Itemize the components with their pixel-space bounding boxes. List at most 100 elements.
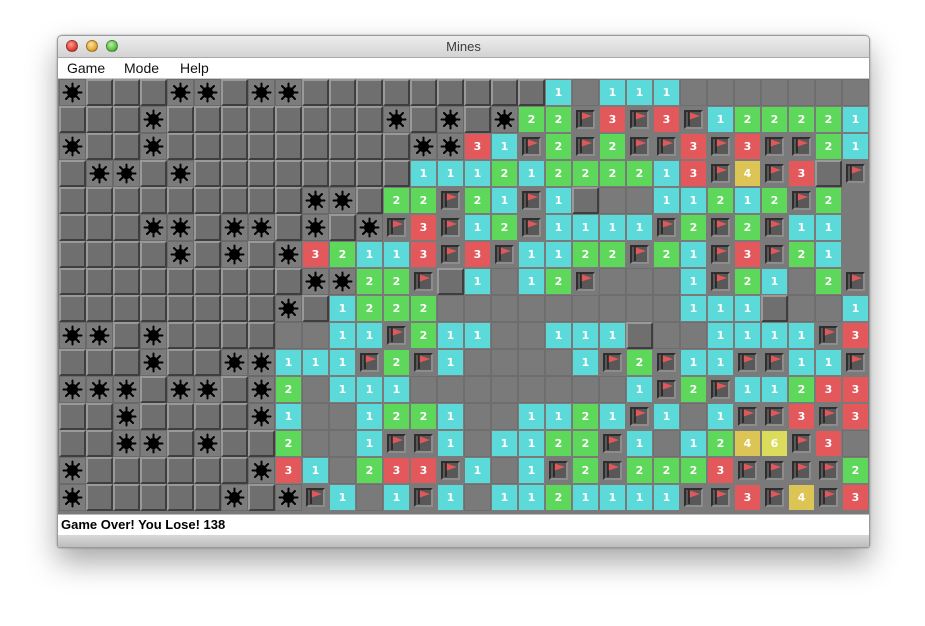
covered-cell[interactable] <box>113 241 140 268</box>
number-cell[interactable]: 6 <box>761 430 788 457</box>
flag-icon[interactable] <box>842 268 869 295</box>
number-cell[interactable]: 3 <box>815 376 842 403</box>
number-cell[interactable]: 2 <box>788 376 815 403</box>
flag-icon[interactable] <box>383 322 410 349</box>
covered-cell[interactable] <box>437 79 464 106</box>
covered-cell[interactable] <box>194 322 221 349</box>
number-cell[interactable]: 2 <box>545 268 572 295</box>
number-cell[interactable]: 2 <box>599 241 626 268</box>
flag-icon[interactable] <box>788 187 815 214</box>
number-cell[interactable]: 1 <box>680 295 707 322</box>
number-cell[interactable]: 1 <box>572 322 599 349</box>
covered-cell[interactable] <box>302 79 329 106</box>
number-cell[interactable]: 1 <box>680 430 707 457</box>
flag-icon[interactable] <box>653 376 680 403</box>
number-cell[interactable]: 1 <box>464 268 491 295</box>
mine-icon[interactable] <box>248 376 275 403</box>
mine-icon[interactable] <box>167 214 194 241</box>
number-cell[interactable]: 2 <box>545 133 572 160</box>
number-cell[interactable]: 1 <box>518 457 545 484</box>
revealed-empty-cell[interactable] <box>302 376 329 403</box>
number-cell[interactable]: 1 <box>626 79 653 106</box>
covered-cell[interactable] <box>167 133 194 160</box>
covered-cell[interactable] <box>86 187 113 214</box>
number-cell[interactable]: 1 <box>599 214 626 241</box>
number-cell[interactable]: 1 <box>815 349 842 376</box>
number-cell[interactable]: 3 <box>842 403 869 430</box>
revealed-empty-cell[interactable] <box>437 295 464 322</box>
revealed-empty-cell[interactable] <box>653 268 680 295</box>
number-cell[interactable]: 1 <box>653 484 680 511</box>
number-cell[interactable]: 2 <box>707 187 734 214</box>
number-cell[interactable]: 1 <box>734 187 761 214</box>
title-bar[interactable]: Mines <box>58 36 869 58</box>
covered-cell[interactable] <box>59 430 86 457</box>
covered-cell[interactable] <box>221 376 248 403</box>
flag-icon[interactable] <box>410 268 437 295</box>
covered-cell[interactable] <box>113 79 140 106</box>
number-cell[interactable]: 3 <box>842 484 869 511</box>
mine-icon[interactable] <box>302 187 329 214</box>
number-cell[interactable]: 1 <box>680 187 707 214</box>
covered-cell[interactable] <box>248 484 275 511</box>
mine-icon[interactable] <box>221 484 248 511</box>
number-cell[interactable]: 1 <box>599 322 626 349</box>
number-cell[interactable]: 1 <box>464 160 491 187</box>
mine-icon[interactable] <box>221 349 248 376</box>
number-cell[interactable]: 1 <box>356 376 383 403</box>
revealed-empty-cell[interactable] <box>275 322 302 349</box>
number-cell[interactable]: 2 <box>545 484 572 511</box>
number-cell[interactable]: 1 <box>653 79 680 106</box>
number-cell[interactable]: 3 <box>302 241 329 268</box>
covered-cell[interactable] <box>356 79 383 106</box>
covered-cell[interactable] <box>59 349 86 376</box>
covered-cell[interactable] <box>248 187 275 214</box>
number-cell[interactable]: 1 <box>653 160 680 187</box>
covered-cell[interactable] <box>59 268 86 295</box>
number-cell[interactable]: 1 <box>437 484 464 511</box>
flag-icon[interactable] <box>383 214 410 241</box>
number-cell[interactable]: 2 <box>572 457 599 484</box>
covered-cell[interactable] <box>167 430 194 457</box>
covered-cell[interactable] <box>356 187 383 214</box>
covered-cell[interactable] <box>329 160 356 187</box>
number-cell[interactable]: 2 <box>599 160 626 187</box>
number-cell[interactable]: 2 <box>464 187 491 214</box>
flag-icon[interactable] <box>788 430 815 457</box>
revealed-empty-cell[interactable] <box>464 484 491 511</box>
revealed-empty-cell[interactable] <box>815 79 842 106</box>
mine-icon[interactable] <box>59 457 86 484</box>
flag-icon[interactable] <box>356 349 383 376</box>
mine-icon[interactable] <box>437 106 464 133</box>
revealed-empty-cell[interactable] <box>680 322 707 349</box>
covered-cell[interactable] <box>140 160 167 187</box>
number-cell[interactable]: 1 <box>329 322 356 349</box>
number-cell[interactable]: 1 <box>437 430 464 457</box>
revealed-empty-cell[interactable] <box>329 430 356 457</box>
mine-icon[interactable] <box>140 214 167 241</box>
revealed-empty-cell[interactable] <box>329 457 356 484</box>
covered-cell[interactable] <box>167 457 194 484</box>
covered-cell[interactable] <box>86 430 113 457</box>
flag-icon[interactable] <box>410 349 437 376</box>
mine-icon[interactable] <box>302 214 329 241</box>
menu-mode[interactable]: Mode <box>124 60 159 76</box>
mine-icon[interactable] <box>113 376 140 403</box>
mine-icon[interactable] <box>275 484 302 511</box>
covered-cell[interactable] <box>167 187 194 214</box>
mine-icon[interactable] <box>248 403 275 430</box>
revealed-empty-cell[interactable] <box>464 349 491 376</box>
number-cell[interactable]: 1 <box>626 430 653 457</box>
covered-cell[interactable] <box>194 484 221 511</box>
flag-icon[interactable] <box>437 214 464 241</box>
flag-icon[interactable] <box>707 376 734 403</box>
number-cell[interactable]: 2 <box>815 133 842 160</box>
number-cell[interactable]: 1 <box>572 349 599 376</box>
number-cell[interactable]: 1 <box>518 430 545 457</box>
covered-cell[interactable] <box>113 322 140 349</box>
mine-icon[interactable] <box>302 268 329 295</box>
mine-icon[interactable] <box>194 430 221 457</box>
revealed-empty-cell[interactable] <box>302 430 329 457</box>
revealed-empty-cell[interactable] <box>437 376 464 403</box>
number-cell[interactable]: 2 <box>410 322 437 349</box>
